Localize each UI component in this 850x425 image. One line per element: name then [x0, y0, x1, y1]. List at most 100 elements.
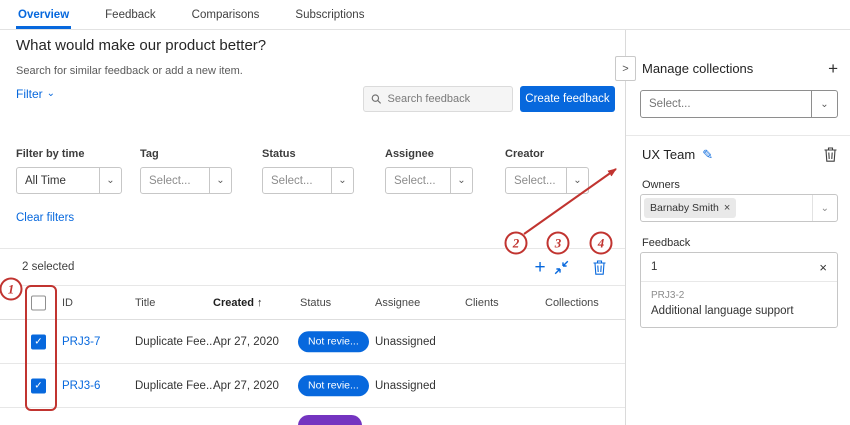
collection-select-value: Select...	[641, 91, 811, 117]
collection-feedback-box: 1 × PRJ3-2 Additional language support	[640, 252, 838, 328]
filter-field-status: Status Select... ⌄	[262, 148, 354, 194]
panel-title: Manage collections	[642, 61, 753, 76]
search-feedback-box[interactable]	[363, 86, 513, 112]
chevron-down-icon: ⌄	[811, 91, 837, 117]
sort-asc-icon: ↑	[257, 297, 263, 309]
column-header-clients[interactable]: Clients	[465, 297, 499, 309]
create-feedback-button[interactable]: Create feedback	[520, 86, 615, 112]
feedback-item-title: Additional language support	[651, 305, 827, 317]
collapse-panel-button[interactable]: >	[615, 56, 636, 81]
feedback-filter-row: 1 ×	[641, 253, 837, 282]
page-title: What would make our product better?	[16, 37, 266, 54]
filter-label-status: Status	[262, 148, 354, 160]
tab-overview[interactable]: Overview	[16, 0, 71, 29]
row-checkbox[interactable]: ✓	[31, 334, 46, 349]
collection-header: UX Team ✎	[642, 147, 837, 162]
table-header: ID Title Created ↑ Status Assignee Clien…	[0, 286, 625, 320]
add-collection-button[interactable]: +	[828, 60, 838, 77]
column-header-assignee[interactable]: Assignee	[375, 297, 420, 309]
page-subtitle: Search for similar feedback or add a new…	[16, 65, 243, 77]
plus-icon: +	[534, 258, 545, 277]
feedback-filter-value: 1	[651, 261, 657, 273]
table-row: ✓ PRJ3-7 Duplicate Fee... Apr 27, 2020 N…	[0, 320, 625, 364]
collection-select[interactable]: Select... ⌄	[640, 90, 838, 118]
chevron-down-icon: ⌄	[450, 168, 472, 193]
panel-header: Manage collections +	[642, 60, 838, 77]
status-pill[interactable]: Not revie...	[298, 331, 369, 353]
trash-icon	[593, 260, 606, 275]
row-id-link[interactable]: PRJ3-7	[62, 336, 100, 348]
delete-collection-button[interactable]	[824, 147, 837, 162]
edit-collection-button[interactable]: ✎	[702, 148, 713, 161]
row-checkbox[interactable]: ✓	[31, 378, 46, 393]
creator-filter-value: Select...	[506, 168, 566, 193]
panel-divider	[626, 135, 850, 136]
row-title: Duplicate Fee...	[135, 380, 216, 392]
feedback-list-item[interactable]: PRJ3-2 Additional language support	[641, 282, 837, 327]
plus-icon: +	[828, 59, 838, 78]
row-id-link[interactable]: PRJ3-6	[62, 380, 100, 392]
row-created: Apr 27, 2020	[213, 336, 279, 348]
manage-collections-panel: > Manage collections + Select... ⌄ UX Te…	[625, 30, 850, 425]
top-tabbar: Overview Feedback Comparisons Subscripti…	[0, 0, 850, 30]
filter-field-creator: Creator Select... ⌄	[505, 148, 589, 194]
table-row: ✓ PRJ3-6 Duplicate Fee... Apr 27, 2020 N…	[0, 364, 625, 408]
toolbar-delete-button[interactable]	[589, 257, 609, 277]
filter-field-time: Filter by time All Time ⌄	[16, 148, 122, 194]
selection-toolbar: 2 selected +	[0, 248, 625, 286]
chevron-right-icon: >	[622, 63, 628, 75]
column-header-status[interactable]: Status	[300, 297, 331, 309]
remove-owner-icon[interactable]: ×	[724, 203, 730, 214]
status-pill[interactable]: Not revie...	[298, 375, 369, 397]
filter-field-assignee: Assignee Select... ⌄	[385, 148, 473, 194]
check-icon: ✓	[34, 336, 42, 347]
owner-tag-label: Barnaby Smith	[650, 202, 719, 214]
filter-toggle-label: Filter	[16, 87, 43, 101]
main-content: What would make our product better? Sear…	[0, 30, 625, 425]
column-header-created-label: Created	[213, 297, 254, 309]
column-header-id[interactable]: ID	[62, 297, 73, 309]
filter-label-creator: Creator	[505, 148, 589, 160]
select-all-checkbox[interactable]	[31, 295, 46, 310]
tag-filter-select[interactable]: Select... ⌄	[140, 167, 232, 194]
owners-select[interactable]: Barnaby Smith × ⌄	[640, 194, 838, 222]
collection-name: UX Team	[642, 147, 695, 162]
time-filter-value: All Time	[17, 168, 99, 193]
creator-filter-select[interactable]: Select... ⌄	[505, 167, 589, 194]
clear-filters-link[interactable]: Clear filters	[16, 212, 74, 224]
filter-toggle[interactable]: Filter ⌄	[16, 87, 55, 101]
filter-label-time: Filter by time	[16, 148, 122, 160]
status-pill-partial[interactable]	[298, 415, 362, 425]
chevron-down-icon: ⌄	[209, 168, 231, 193]
tab-subscriptions[interactable]: Subscriptions	[293, 0, 366, 29]
assignee-filter-select[interactable]: Select... ⌄	[385, 167, 473, 194]
chevron-down-icon: ⌄	[47, 89, 55, 99]
status-filter-value: Select...	[263, 168, 331, 193]
toolbar-add-button[interactable]: +	[530, 257, 550, 277]
filter-label-tag: Tag	[140, 148, 232, 160]
trash-icon	[824, 147, 837, 162]
search-feedback-input[interactable]	[388, 93, 505, 105]
filter-field-tag: Tag Select... ⌄	[140, 148, 232, 194]
status-filter-select[interactable]: Select... ⌄	[262, 167, 354, 194]
time-filter-select[interactable]: All Time ⌄	[16, 167, 122, 194]
chevron-down-icon: ⌄	[331, 168, 353, 193]
owners-label: Owners	[642, 179, 680, 191]
clear-feedback-filter-button[interactable]: ×	[819, 261, 827, 274]
owner-tag: Barnaby Smith ×	[644, 198, 736, 218]
row-assignee: Unassigned	[375, 380, 436, 392]
selected-count: 2 selected	[22, 261, 74, 273]
tab-comparisons[interactable]: Comparisons	[190, 0, 262, 29]
toolbar-merge-button[interactable]	[551, 257, 571, 277]
chevron-down-icon: ⌄	[99, 168, 121, 193]
row-created: Apr 27, 2020	[213, 380, 279, 392]
column-header-created[interactable]: Created ↑	[213, 297, 263, 309]
close-icon: ×	[819, 260, 827, 275]
column-header-collections[interactable]: Collections	[545, 297, 599, 309]
chevron-down-icon: ⌄	[566, 168, 588, 193]
assignee-filter-value: Select...	[386, 168, 450, 193]
chevron-down-icon: ⌄	[812, 195, 837, 221]
pencil-icon: ✎	[702, 147, 713, 162]
column-header-title[interactable]: Title	[135, 297, 155, 309]
tab-feedback[interactable]: Feedback	[103, 0, 158, 29]
